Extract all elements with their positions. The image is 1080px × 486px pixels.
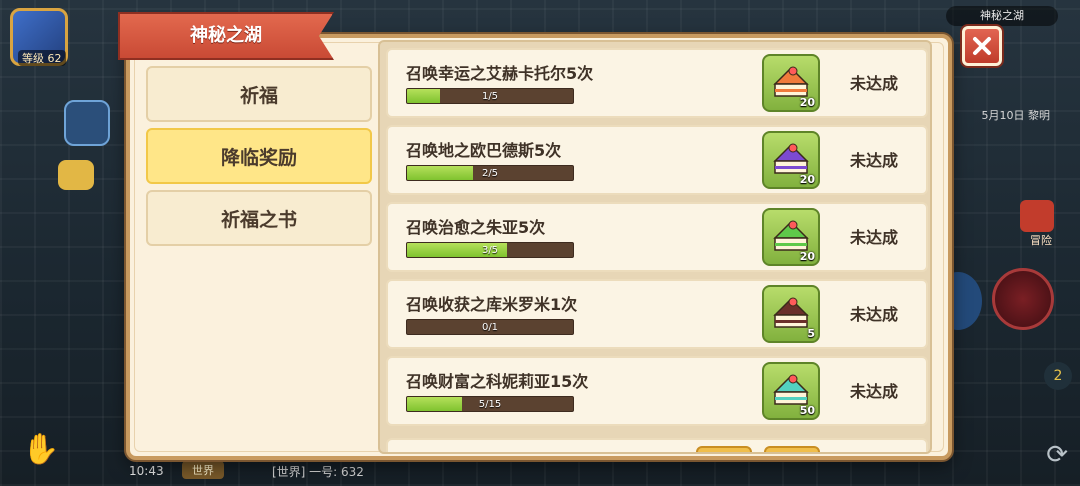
task-title: 召唤治愈之朱亚5次 xyxy=(406,218,546,237)
player-level: 等级 62 xyxy=(18,50,66,66)
reward-item[interactable]: 20 xyxy=(762,208,820,266)
reward-item[interactable]: 50 xyxy=(762,362,820,420)
adventure-label: 冒险 xyxy=(1030,234,1052,247)
task-row-partial xyxy=(386,438,928,452)
task-status: 未达成 xyxy=(849,382,898,401)
task-progress-bar: 2/5 xyxy=(406,165,574,181)
task-title: 召唤收获之库米罗米1次 xyxy=(406,295,578,314)
tab-blessing-book[interactable]: 祈福之书 xyxy=(146,190,372,246)
task-progress-bar: 5/15 xyxy=(406,396,574,412)
task-row: 召唤收获之库米罗米1次 0/1 5 未达成 xyxy=(386,279,928,349)
task-list[interactable]: 召唤幸运之艾赫卡托尔5次 1/5 20 未达成 召唤地之欧巴德斯5次 2/5 2… xyxy=(378,40,932,454)
tab-arrival-reward[interactable]: 降临奖励 xyxy=(146,128,372,184)
task-row: 召唤财富之科妮莉亚15次 5/15 50 未达成 xyxy=(386,356,928,426)
partial-reward-item[interactable] xyxy=(764,446,820,452)
reward-item[interactable]: 20 xyxy=(762,131,820,189)
tab-label: 祈福 xyxy=(239,84,278,107)
game-date: 5月10日 黎明 xyxy=(981,109,1051,122)
tab-label: 降临奖励 xyxy=(220,146,297,169)
reward-item[interactable]: 5 xyxy=(762,285,820,343)
progress-text: 1/5 xyxy=(481,91,499,102)
progress-text: 5/15 xyxy=(478,399,502,410)
dragon-skill-button[interactable] xyxy=(992,268,1054,330)
close-icon xyxy=(973,37,991,55)
progress-text: 3/5 xyxy=(481,245,499,256)
refresh-icon[interactable]: ⟳ xyxy=(1046,440,1068,470)
reward-count: 20 xyxy=(799,250,815,263)
task-status: 未达成 xyxy=(849,74,898,93)
progress-text: 2/5 xyxy=(481,168,499,179)
task-title: 召唤财富之科妮莉亚15次 xyxy=(406,372,589,391)
chat-bubble-icon[interactable] xyxy=(58,160,94,190)
task-row: 召唤治愈之朱亚5次 3/5 20 未达成 xyxy=(386,202,928,272)
close-button[interactable] xyxy=(962,26,1002,66)
partial-reward-button[interactable] xyxy=(696,446,752,452)
task-title: 召唤地之欧巴德斯5次 xyxy=(406,141,562,160)
blessing-dialog: 神秘之湖 祈福 降临奖励 祈福之书 召唤幸运之艾赫卡托尔5次 1/5 20 未达… xyxy=(118,12,952,460)
task-status: 未达成 xyxy=(849,228,898,247)
blue-gem-icon[interactable] xyxy=(64,100,110,146)
dialog-title: 神秘之湖 xyxy=(118,12,334,60)
reward-count: 5 xyxy=(807,327,815,340)
world-chat-message: [世界] 一号: 632 xyxy=(272,465,364,479)
adventure-icon[interactable] xyxy=(1020,200,1054,232)
reward-count: 20 xyxy=(799,96,815,109)
task-row: 召唤幸运之艾赫卡托尔5次 1/5 20 未达成 xyxy=(386,48,928,118)
world-chat-tab[interactable]: 世界 xyxy=(182,461,224,479)
task-title: 召唤幸运之艾赫卡托尔5次 xyxy=(406,64,594,83)
progress-text: 0/1 xyxy=(481,322,499,333)
tab-label: 祈福之书 xyxy=(220,208,297,231)
map-name-label: 神秘之湖 xyxy=(946,6,1058,26)
reward-item[interactable]: 20 xyxy=(762,54,820,112)
task-progress-bar: 1/5 xyxy=(406,88,574,104)
task-progress-bar: 3/5 xyxy=(406,242,574,258)
reward-count: 50 xyxy=(799,404,815,417)
reward-count: 20 xyxy=(799,173,815,186)
tab-list: 祈福 降临奖励 祈福之书 xyxy=(146,66,372,252)
task-status: 未达成 xyxy=(849,151,898,170)
handshake-icon[interactable]: ✋ xyxy=(22,432,59,467)
task-row: 召唤地之欧巴德斯5次 2/5 20 未达成 xyxy=(386,125,928,195)
tab-blessing[interactable]: 祈福 xyxy=(146,66,372,122)
task-progress-bar: 0/1 xyxy=(406,319,574,335)
side-counter[interactable]: 2 xyxy=(1044,362,1072,390)
clock-time: 10:43 xyxy=(129,464,164,478)
task-status: 未达成 xyxy=(849,305,898,324)
